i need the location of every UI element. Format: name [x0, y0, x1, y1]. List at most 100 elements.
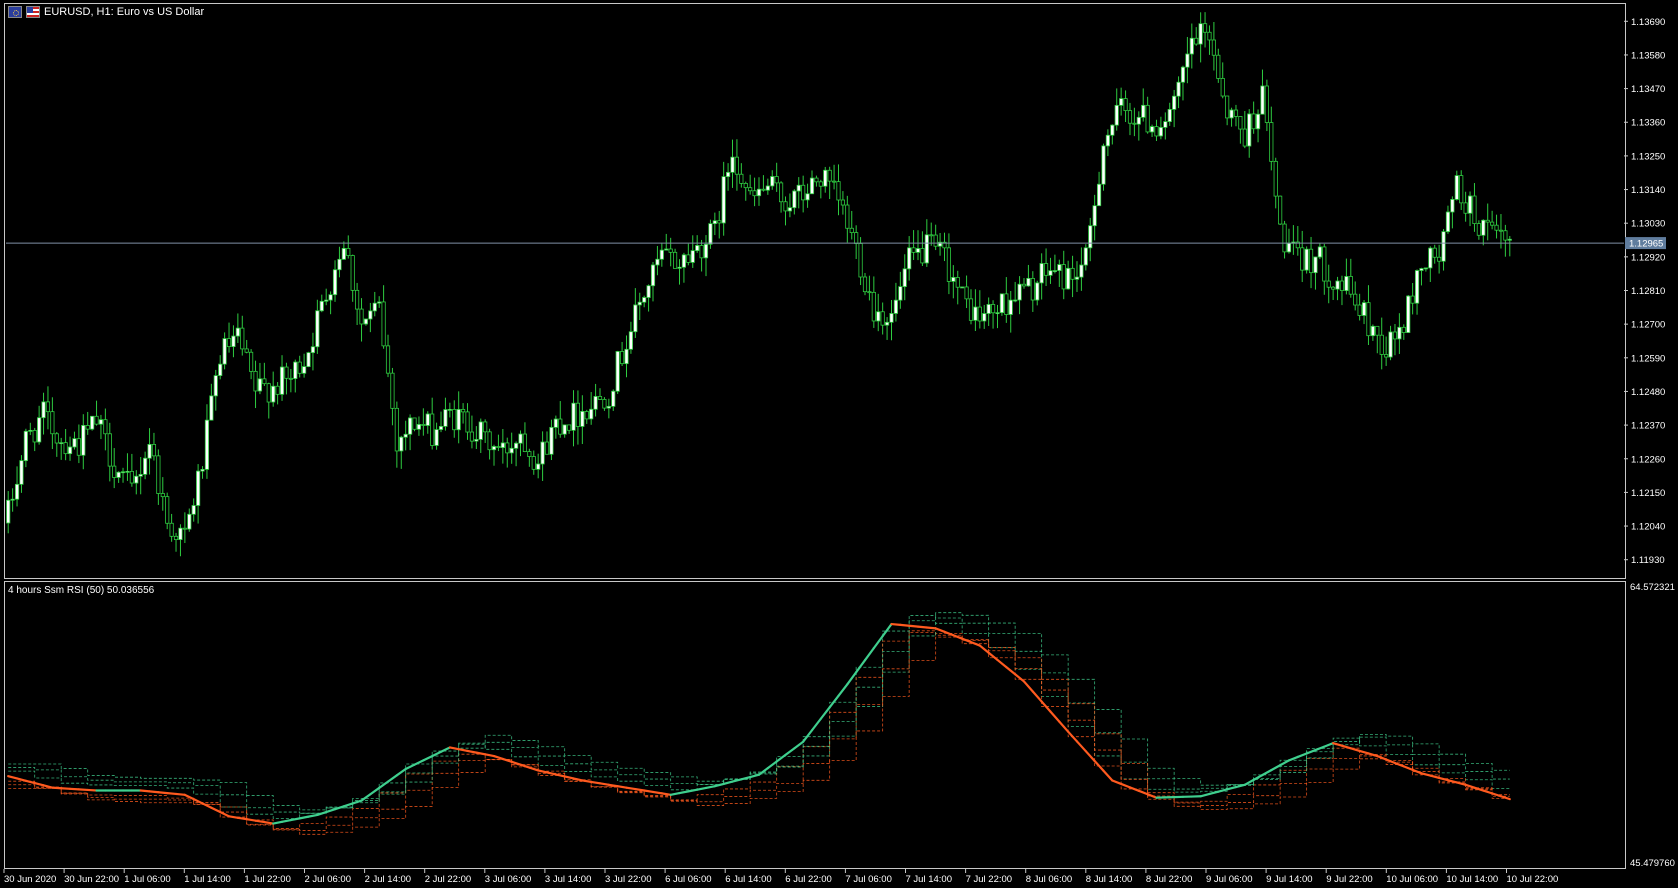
candle-body-bull: [456, 409, 461, 431]
candle-body-bull: [907, 247, 912, 270]
rsi-line-segment: [908, 624, 920, 628]
candle-body-bear: [620, 351, 625, 365]
candle-body-bull: [889, 313, 894, 323]
rsi-line-segment: [687, 788, 699, 793]
candle-body-bull: [257, 378, 263, 392]
candle-body-bear: [832, 180, 837, 183]
candle-body-bull: [1052, 270, 1057, 272]
candle-body-bull: [81, 425, 86, 456]
rsi-line-segment: [819, 706, 831, 720]
rsi-line-segment: [916, 625, 928, 629]
candle-body-bear: [1432, 247, 1437, 258]
candle-body-bear: [1366, 302, 1371, 337]
rsi-line-segment: [837, 683, 849, 697]
rsi-line-segment: [925, 626, 937, 630]
time-axis-label: 30 Jun 2020: [4, 874, 56, 885]
candle-body-bull: [98, 419, 104, 425]
candle-body-bear: [1498, 229, 1504, 232]
chart-canvas[interactable]: 1.13690 1.13580 1.13470 1.13360 1.13250 1.131…: [0, 0, 1678, 888]
candle-body-bear: [774, 176, 779, 184]
candle-body-bull: [399, 436, 404, 452]
candle-body-bear: [1282, 223, 1287, 253]
rsi-line-segment: [863, 647, 875, 662]
candle-body-bear: [964, 286, 969, 300]
candle-body-bear: [1379, 334, 1384, 355]
candle-body-bull: [1260, 85, 1265, 115]
candle-body-bear: [1242, 128, 1247, 147]
rsi-line-segment: [360, 793, 372, 802]
candle-body-bull: [1397, 326, 1402, 340]
rsi-line-segment: [625, 786, 637, 791]
candle-body-bull: [593, 396, 598, 410]
rsi-line-segment: [77, 788, 89, 792]
candle-body-bull: [823, 169, 828, 187]
candle-body-bear: [814, 177, 819, 183]
candle-body-bear: [1476, 223, 1481, 236]
price-axis-label: 1.12700: [1631, 320, 1665, 331]
candle-body-bear: [1123, 98, 1128, 112]
candle-body-bear: [1269, 122, 1274, 162]
candle-body-bear: [1357, 304, 1362, 316]
candle-body-bear: [544, 441, 550, 455]
candle-body-bear: [266, 383, 271, 403]
candle-body-bear: [584, 411, 589, 420]
candle-body-bull: [1450, 199, 1455, 213]
candle-body-bull: [805, 193, 810, 201]
rsi-line-segment: [510, 760, 522, 766]
rsi-line-segment: [316, 810, 328, 817]
candle-body-bear: [955, 277, 960, 288]
chart-window[interactable]: EURUSD, H1: Euro vs US Dollar 4 hours Ss…: [0, 0, 1678, 888]
indicator-min-label: 45.479760: [1630, 858, 1675, 869]
candle-body-bear: [867, 291, 872, 294]
candle-body-bear: [85, 425, 90, 430]
rsi-line-segment: [210, 806, 222, 814]
rsi-line-segment: [15, 777, 27, 782]
rsi-line-segment: [581, 779, 593, 784]
rsi-line-segment: [1058, 720, 1070, 733]
candle-body-bear: [1326, 280, 1331, 288]
candle-body-bull: [637, 301, 642, 306]
candle-body-bull: [1096, 183, 1102, 207]
candle-body-bull: [999, 293, 1004, 314]
candle-body-bear: [686, 254, 691, 263]
rsi-line-segment: [669, 792, 681, 796]
candle-body-bear: [1070, 267, 1075, 280]
candle-body-bear: [1132, 122, 1137, 125]
candle-body-bull: [1088, 225, 1093, 249]
rsi-line-segment: [7, 775, 19, 780]
candle-body-bear: [1194, 37, 1199, 45]
candle-body-bull: [116, 471, 121, 478]
candle-body-bull: [6, 499, 11, 524]
candle-body-bull: [580, 411, 585, 427]
candle-body-bear: [169, 522, 174, 537]
candle-body-bear: [1043, 263, 1049, 276]
candle-body-bear: [946, 247, 951, 282]
candle-body-bear: [558, 418, 563, 435]
candle-body-bear: [452, 409, 457, 431]
rsi-line-segment: [1332, 742, 1344, 747]
candle-body-bear: [226, 338, 232, 348]
candle-body-bull: [310, 346, 316, 354]
candle-body-bull: [1414, 270, 1420, 304]
candle-body-bear: [1384, 354, 1389, 358]
candle-body-bear: [1459, 175, 1464, 204]
rsi-line-segment: [784, 747, 796, 757]
candle-body-bull: [677, 266, 682, 269]
candle-body-bear: [1375, 325, 1380, 336]
time-axis-label: 9 Jul 06:00: [1206, 874, 1252, 885]
candle-body-bull: [143, 457, 148, 475]
candle-body-bull: [1419, 268, 1424, 271]
candle-body-bull: [924, 234, 929, 264]
candle-body-bull: [125, 470, 130, 473]
candle-body-bull: [1313, 256, 1318, 274]
candle-body-bull: [147, 443, 152, 459]
rsi-line-segment: [1296, 752, 1308, 759]
time-axis-label: 3 Jul 22:00: [605, 874, 651, 885]
candle-body-bull: [642, 297, 647, 303]
rsi-line-segment: [227, 815, 239, 819]
candle-body-bear: [151, 443, 157, 457]
rsi-line-segment: [590, 780, 602, 785]
candle-body-bear: [1494, 224, 1499, 231]
time-axis-label: 10 Jul 22:00: [1507, 874, 1559, 885]
candle-body-bear: [858, 243, 863, 278]
